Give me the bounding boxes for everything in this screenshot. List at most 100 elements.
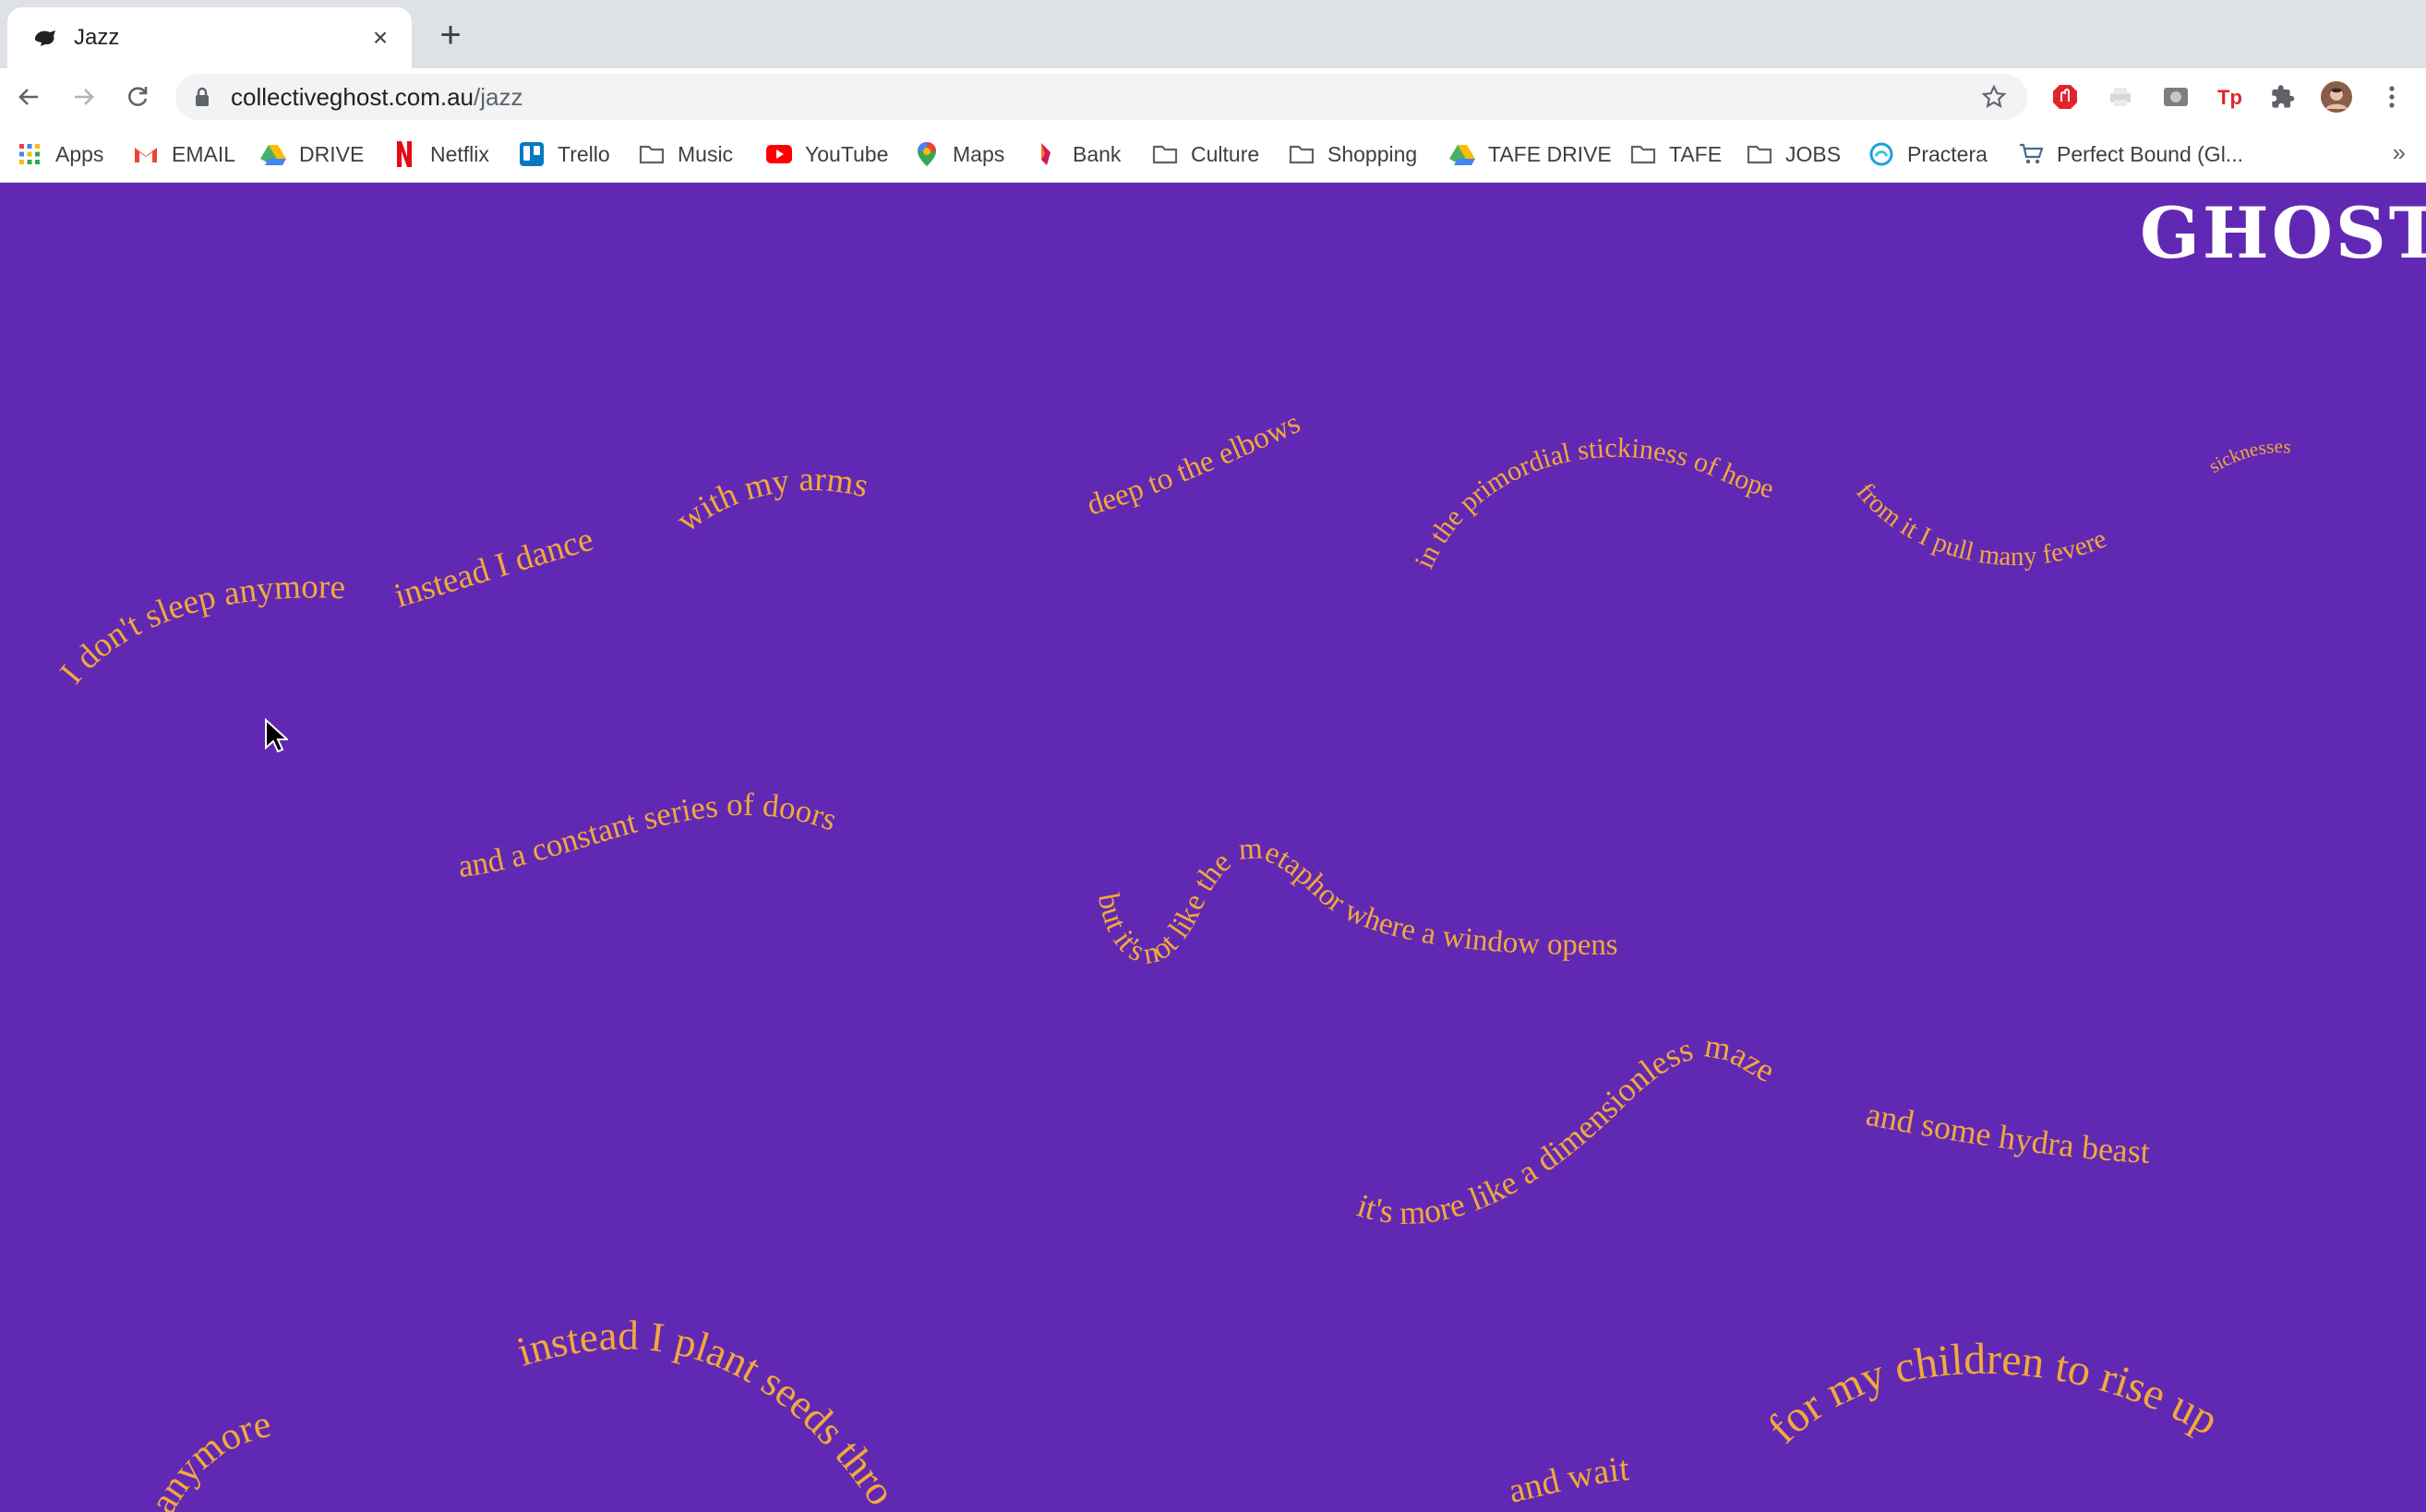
folder-icon xyxy=(639,141,665,167)
adblock-extension-icon[interactable] xyxy=(2049,81,2081,113)
bookmark-label: Perfect Bound (Gl... xyxy=(2057,141,2243,166)
back-button[interactable] xyxy=(11,79,46,114)
bookmark-email[interactable]: EMAIL xyxy=(133,138,235,171)
tab-close-icon[interactable]: × xyxy=(366,23,395,53)
page-content: GHOST I don't sleep anymore instead I da… xyxy=(0,183,2426,1512)
bookmarks-overflow-button[interactable]: » xyxy=(2393,138,2406,167)
tab-strip: Jazz × + xyxy=(0,0,2426,68)
bookmarks-bar: Apps EMAIL DRIVE Netflix Trello Music Yo… xyxy=(0,126,2426,183)
menu-dots-icon[interactable] xyxy=(2376,81,2408,113)
bookmark-trello[interactable]: Trello xyxy=(519,138,610,171)
url-text: collectiveghost.com.au/jazz xyxy=(231,83,1979,112)
poem-line-text: from it I pull many fevered xyxy=(0,183,2110,571)
bookmark-netflix[interactable]: Netflix xyxy=(391,138,489,171)
gmail-icon xyxy=(133,141,159,167)
bookmark-label: Culture xyxy=(1191,141,1260,166)
bookmark-drive[interactable]: DRIVE xyxy=(260,138,364,171)
poem-line: anymore xyxy=(142,1403,275,1512)
poem-line-text: and a constant series of doors xyxy=(456,786,842,884)
folder-icon xyxy=(1289,141,1315,167)
poem-line: but it's not like the metaphor where a w… xyxy=(1091,832,1618,971)
tab-title: Jazz xyxy=(74,25,120,50)
mouse-cursor-icon xyxy=(265,718,288,753)
bookmark-label: Netflix xyxy=(430,141,489,166)
bookmark-perfect-bound[interactable]: Perfect Bound (Gl... xyxy=(2018,138,2243,171)
back-arrow-icon xyxy=(18,89,38,105)
poem-line: deep to the elbows xyxy=(1084,406,1305,522)
poem-line: and some hydra beast xyxy=(1863,1096,2150,1170)
reload-icon xyxy=(128,87,148,106)
tp-extension-icon[interactable]: Tp xyxy=(2214,81,2245,113)
forward-arrow-icon xyxy=(75,89,94,105)
drive-icon xyxy=(260,141,286,167)
poem-line: and wait xyxy=(1505,1449,1630,1511)
poem-line-text: in the primordial stickiness of hope xyxy=(1409,433,1776,573)
poem-line: sicknesses xyxy=(2204,435,2292,477)
bookmark-shopping[interactable]: Shopping xyxy=(1289,138,1417,171)
bookmark-label: Trello xyxy=(558,141,610,166)
poem-line: it's more like a dimensionless maze xyxy=(1353,1026,1782,1231)
poem-line-text: but it's not like the metaphor where a w… xyxy=(1091,832,1618,971)
bookmark-music[interactable]: Music xyxy=(639,138,733,171)
bookmark-label: DRIVE xyxy=(299,141,365,166)
bookmark-tafe[interactable]: TAFE xyxy=(1630,138,1722,171)
bookmark-label: Apps xyxy=(55,141,104,166)
poem-line-text: instead I dance xyxy=(390,521,597,616)
bookmark-jobs[interactable]: JOBS xyxy=(1747,138,1841,171)
practera-icon xyxy=(1868,141,1894,167)
bookmark-label: Practera xyxy=(1907,141,1988,166)
folder-icon xyxy=(1152,141,1178,167)
ghost-favicon-icon xyxy=(33,26,57,50)
lock-icon xyxy=(194,87,214,107)
poem-line: instead I plant seeds throughout xyxy=(0,183,905,1512)
poem-line: and a constant series of doors xyxy=(456,786,842,884)
poem-line-text: I don't sleep anymore xyxy=(53,568,346,690)
bookmark-label: YouTube xyxy=(805,141,889,166)
bookmark-youtube[interactable]: YouTube xyxy=(766,138,888,171)
poem-line-text: and wait xyxy=(1505,1449,1630,1511)
new-tab-button[interactable]: + xyxy=(432,17,469,54)
screenshot-extension-icon[interactable] xyxy=(2160,81,2192,113)
netflix-icon xyxy=(391,141,417,167)
drive-icon xyxy=(1449,141,1475,167)
bookmark-label: TAFE xyxy=(1669,141,1723,166)
poem-line-text: sicknesses xyxy=(2204,435,2292,477)
bookmark-maps[interactable]: Maps xyxy=(914,138,1004,171)
bookmark-label: Shopping xyxy=(1327,141,1418,166)
poem-line-text: for my children to rise up xyxy=(1759,1335,2227,1453)
address-bar[interactable]: collectiveghost.com.au/jazz xyxy=(175,74,2027,120)
poem-line: from it I pull many fevered xyxy=(0,183,2110,571)
forward-button[interactable] xyxy=(66,79,102,114)
youtube-icon xyxy=(766,141,792,167)
bank-icon xyxy=(1034,141,1060,167)
bookmark-apps[interactable]: Apps xyxy=(17,138,103,171)
bookmark-tafe-drive[interactable]: TAFE DRIVE xyxy=(1449,138,1612,171)
poem-line-text: deep to the elbows xyxy=(1084,406,1305,522)
poem-line: for my children to rise up xyxy=(1759,1335,2227,1453)
bookmark-practera[interactable]: Practera xyxy=(1868,138,1988,171)
poem-line: instead I dance xyxy=(390,521,597,616)
bookmark-label: TAFE DRIVE xyxy=(1488,141,1612,166)
bookmark-label: EMAIL xyxy=(172,141,236,166)
poem-line-text: instead I plant seeds throughout xyxy=(0,183,905,1512)
bookmark-label: Maps xyxy=(953,141,1005,166)
reload-button[interactable] xyxy=(120,79,155,114)
bookmark-culture[interactable]: Culture xyxy=(1152,138,1259,171)
browser-toolbar: collectiveghost.com.au/jazz Tp xyxy=(0,68,2426,126)
trello-icon xyxy=(519,141,545,167)
extensions-puzzle-icon[interactable] xyxy=(2267,81,2299,113)
maps-icon xyxy=(914,141,940,167)
profile-avatar[interactable] xyxy=(2321,81,2352,113)
url-domain: collectiveghost.com.au xyxy=(231,82,474,111)
poem-line-text: it's more like a dimensionless maze xyxy=(1353,1026,1782,1231)
printer-extension-icon[interactable] xyxy=(2105,81,2136,113)
svg-text:Tp: Tp xyxy=(2217,86,2242,109)
cart-icon xyxy=(2018,141,2044,167)
bookmark-star-icon[interactable] xyxy=(1979,82,2009,112)
tab-jazz[interactable]: Jazz × xyxy=(7,7,412,68)
poem-line-text: and some hydra beast xyxy=(1863,1096,2150,1170)
poem-line: I don't sleep anymore xyxy=(53,568,346,690)
poem-canvas: I don't sleep anymore instead I dance wi… xyxy=(0,183,2292,1512)
bookmark-bank[interactable]: Bank xyxy=(1034,138,1121,171)
url-path: /jazz xyxy=(474,82,523,111)
